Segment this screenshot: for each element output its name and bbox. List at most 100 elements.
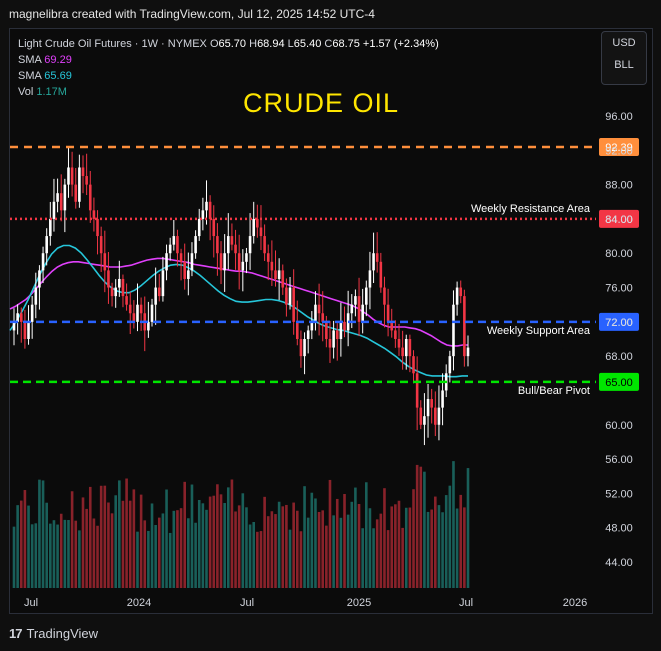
volume-bar	[212, 495, 216, 588]
candle-body	[259, 227, 263, 237]
volume-bar	[285, 504, 288, 588]
tradingview-logo[interactable]: 17 TradingView	[9, 626, 98, 641]
volume-bar	[125, 478, 128, 588]
candle-body	[56, 193, 59, 202]
candle-body	[114, 287, 117, 297]
candle-body	[459, 287, 463, 297]
candle-body	[270, 261, 274, 271]
candle-body	[263, 236, 266, 254]
candle-body	[234, 244, 237, 254]
volume-bar	[205, 509, 208, 588]
volume-bar	[223, 503, 226, 588]
candle-body	[386, 304, 390, 322]
volume-bar	[248, 524, 252, 588]
price-tick-label: 52.00	[605, 488, 633, 500]
candle-body	[365, 287, 368, 305]
volume-bar	[404, 507, 408, 588]
unit-label[interactable]: BLL	[602, 54, 646, 76]
candle-body	[197, 218, 201, 237]
volume-bar	[237, 505, 241, 588]
volume-bar	[96, 525, 99, 588]
volume-bar	[397, 500, 401, 588]
candle-body	[310, 321, 314, 331]
volume-bar	[263, 496, 266, 588]
candle-body	[325, 321, 328, 339]
price-tick-label: 88.00	[605, 180, 633, 192]
volume-bar	[354, 487, 357, 588]
candle-body	[412, 356, 415, 374]
legend-sma1-row: SMA 69.29	[18, 54, 72, 66]
volume-bar	[63, 519, 67, 588]
volume-bar	[372, 528, 375, 588]
candle-body	[132, 313, 136, 322]
legend-sma2-value: 65.69	[44, 70, 72, 82]
volume-bar	[292, 502, 295, 588]
volume-bar	[314, 498, 317, 588]
candle-body	[147, 321, 150, 331]
price-tick-label: 60.00	[605, 420, 633, 432]
candle-body	[128, 304, 132, 314]
candle-body	[125, 296, 128, 305]
volume-bar	[128, 500, 132, 588]
time-tick-label: Jul	[24, 597, 38, 609]
volume-bar	[419, 466, 423, 588]
volume-bar	[274, 514, 277, 588]
volume-bar	[361, 528, 364, 588]
candle-body	[274, 270, 277, 279]
volume-bar	[430, 509, 433, 588]
candle-body	[74, 184, 78, 202]
candle-body	[390, 321, 394, 331]
candle-body	[426, 399, 430, 417]
time-tick-label: Jul	[459, 597, 473, 609]
candle-body	[335, 330, 339, 339]
candle-body	[49, 218, 52, 237]
volume-bar	[325, 525, 328, 588]
volume-bar	[234, 511, 237, 588]
time-tick-label: Jul	[240, 597, 254, 609]
level-price-label: 65.00	[605, 377, 633, 389]
candle-body	[212, 218, 216, 237]
volume-bar	[88, 486, 92, 588]
candle-body	[136, 304, 139, 322]
candle-body	[45, 236, 48, 254]
candles	[12, 146, 470, 446]
candle-body	[205, 201, 208, 211]
tradingview-logo-icon: 17	[9, 626, 23, 641]
candle-body	[12, 321, 16, 331]
candle-body	[419, 407, 423, 425]
candle-body	[176, 236, 179, 254]
time-tick-label: 2024	[127, 597, 151, 609]
volume-bar	[34, 523, 38, 588]
candle-body	[441, 390, 444, 408]
candle-body	[306, 330, 310, 339]
volume-bar	[190, 484, 194, 588]
volume-bar	[332, 515, 335, 588]
unit-selector[interactable]: USD BLL	[601, 31, 647, 85]
candle-body	[266, 253, 270, 262]
candle-body	[187, 270, 190, 279]
currency-label[interactable]: USD	[602, 32, 646, 54]
volume-bar	[310, 492, 314, 588]
volume-bar	[466, 468, 470, 588]
candle-body	[161, 270, 165, 297]
volume-bar	[85, 508, 88, 588]
volume-bar	[365, 482, 368, 588]
candle-body	[63, 184, 67, 211]
volume-bar	[368, 508, 372, 588]
volume-bar	[219, 494, 223, 588]
candle-body	[154, 287, 157, 305]
candle-body	[383, 287, 386, 305]
time-tick-label: 2026	[563, 597, 587, 609]
candle-body	[165, 253, 168, 271]
candle-body	[434, 407, 437, 425]
legend-high: 68.94	[257, 38, 285, 50]
volume-bar	[208, 496, 212, 588]
volume-bar	[343, 494, 346, 588]
volume-bar	[288, 529, 292, 588]
candle-body	[179, 253, 183, 262]
volume-bar	[386, 530, 390, 588]
volume-bar	[78, 530, 81, 588]
candle-body	[332, 330, 335, 348]
candle-body	[237, 253, 241, 271]
chart-title: CRUDE OIL	[243, 88, 400, 118]
